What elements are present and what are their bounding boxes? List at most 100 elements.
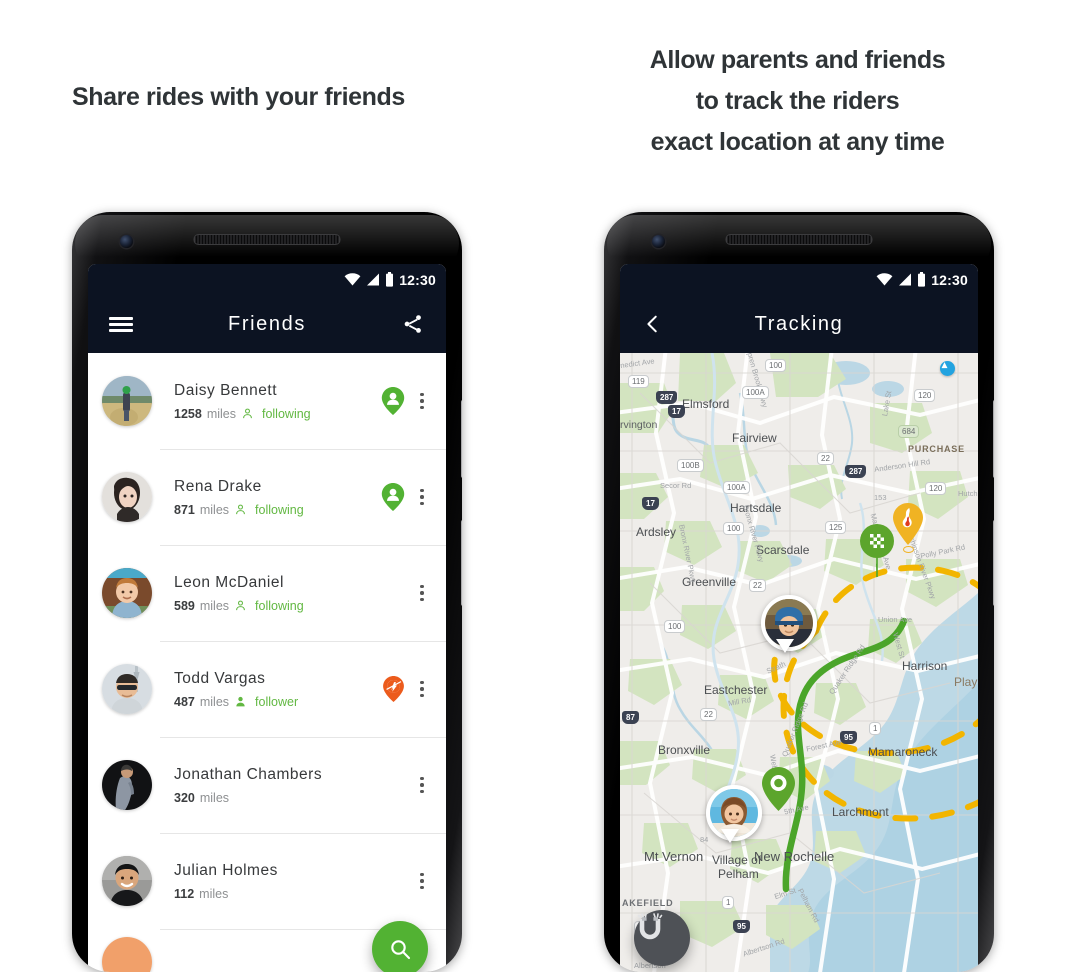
route-shield: 1	[722, 896, 735, 909]
friend-name: Todd Vargas	[174, 669, 266, 687]
signal-icon	[899, 273, 912, 286]
friend-stats: 320 miles	[174, 791, 378, 805]
avatar	[102, 664, 152, 714]
front-camera-icon	[120, 235, 133, 248]
badge-placeholder	[378, 866, 408, 896]
person-outline-icon	[236, 600, 245, 611]
phone-screen: 12:30 Tracking enedict Ave Spren Brook P…	[620, 264, 978, 972]
magnet-fab-button[interactable]	[634, 910, 690, 966]
avatar	[102, 937, 152, 972]
route-shield: 287	[845, 465, 867, 478]
app-store-promo-screenshot: Share rides with your friends Allow pare…	[0, 0, 1066, 972]
friends-list[interactable]: Daisy Bennett 1258 miles following Rena …	[88, 353, 446, 972]
share-icon[interactable]	[396, 307, 430, 341]
overflow-menu-icon[interactable]	[410, 872, 434, 890]
relation-label: following	[255, 598, 304, 613]
status-bar-time: 12:30	[931, 271, 968, 288]
list-item-text: Leon McDaniel 589 miles following	[152, 574, 378, 613]
avatar	[102, 856, 152, 906]
headline-right-line-1: Allow parents and friends	[649, 46, 946, 74]
pin-shadow-ring	[903, 546, 914, 553]
route-shield: 17	[642, 497, 659, 510]
status-bar-time: 12:30	[399, 271, 436, 288]
route-shield: 684	[898, 425, 920, 438]
app-bar: Friends	[88, 295, 446, 353]
overflow-menu-icon[interactable]	[410, 680, 434, 698]
phone-screen: 12:30 Friends Daisy Bennett 1258 miles f…	[88, 264, 446, 972]
friend-name: Rena Drake	[174, 477, 262, 495]
phone-body: 12:30 Tracking enedict Ave Spren Brook P…	[604, 212, 994, 972]
route-shield: 100	[664, 620, 686, 633]
magnet-icon	[637, 913, 663, 940]
friend-stats: 112 miles	[174, 887, 378, 901]
overflow-menu-icon[interactable]	[410, 392, 434, 410]
app-bar: Tracking	[620, 295, 978, 353]
friend-name: Leon McDaniel	[174, 573, 284, 591]
blue-poi-icon[interactable]	[940, 361, 955, 376]
route-shield: 17	[668, 405, 685, 418]
list-item-text: Julian Holmes 112 miles	[152, 862, 378, 901]
person-filled-icon	[236, 696, 245, 707]
power-button[interactable]	[993, 520, 994, 606]
friend-name: Jonathan Chambers	[174, 765, 323, 783]
map-canvas	[620, 353, 978, 972]
earpiece-speaker	[725, 234, 873, 245]
miles-label: miles	[199, 598, 230, 613]
route-shield: 100A	[742, 386, 769, 399]
volume-button[interactable]	[993, 400, 994, 478]
route-shield: 100	[765, 359, 787, 372]
rider-avatar-pin-tail	[776, 639, 794, 653]
green-person-pin-icon[interactable]	[378, 482, 408, 512]
orange-pin-icon[interactable]	[378, 674, 408, 704]
friend-stats: 1258 miles following	[174, 407, 378, 421]
friend-stats: 871 miles following	[174, 503, 378, 517]
battery-icon	[386, 272, 394, 287]
relation-label: following	[255, 502, 304, 517]
headline-left: Share rides with your friends	[72, 83, 405, 111]
tracking-map[interactable]: enedict Ave Spren Brook Pkwy Elmsford st…	[620, 353, 978, 972]
list-item[interactable]: Daisy Bennett 1258 miles following	[88, 353, 446, 449]
phone-mockup-friends: 12:30 Friends Daisy Bennett 1258 miles f…	[72, 212, 462, 972]
list-item-text: Daisy Bennett 1258 miles following	[152, 382, 378, 421]
front-camera-icon	[652, 235, 665, 248]
signal-icon	[367, 273, 380, 286]
chevron-left-icon[interactable]	[636, 307, 670, 341]
miles-value: 871	[174, 502, 195, 517]
route-shield: 100B	[677, 459, 704, 472]
miles-label: miles	[199, 790, 230, 805]
avatar	[102, 472, 152, 522]
list-item[interactable]: Jonathan Chambers 320 miles	[88, 737, 446, 833]
miles-label: miles	[199, 502, 230, 517]
phone-body: 12:30 Friends Daisy Bennett 1258 miles f…	[72, 212, 462, 972]
avatar	[102, 568, 152, 618]
friend-name: Julian Holmes	[174, 861, 278, 879]
list-item[interactable]: Todd Vargas 487 miles follower	[88, 641, 446, 737]
list-item[interactable]: Julian Holmes 112 miles	[88, 833, 446, 929]
route-shield: 120	[925, 482, 947, 495]
route-shield: 1	[869, 722, 882, 735]
green-person-pin-icon[interactable]	[378, 386, 408, 416]
miles-value: 112	[174, 886, 195, 901]
route-shield: 87	[622, 711, 639, 724]
page-title: Friends	[228, 312, 306, 335]
volume-button[interactable]	[461, 400, 462, 478]
list-item[interactable]: Leon McDaniel 589 miles following	[88, 545, 446, 641]
badge-placeholder	[378, 578, 408, 608]
headline-right-line-2: to track the riders	[695, 87, 900, 115]
phone-mockup-tracking: 12:30 Tracking enedict Ave Spren Brook P…	[604, 212, 994, 972]
headline-right-line-3: exact location at any time	[650, 128, 945, 156]
route-shield: 22	[817, 452, 834, 465]
power-button[interactable]	[461, 520, 462, 606]
list-item[interactable]: Rena Drake 871 miles following	[88, 449, 446, 545]
overflow-menu-icon[interactable]	[410, 488, 434, 506]
battery-icon	[918, 272, 926, 287]
relation-label: following	[261, 406, 311, 421]
miles-value: 589	[174, 598, 195, 613]
list-item-text: Rena Drake 871 miles following	[152, 478, 378, 517]
overflow-menu-icon[interactable]	[410, 584, 434, 602]
earpiece-speaker	[193, 234, 341, 245]
miles-label: miles	[199, 694, 230, 709]
hamburger-menu-icon[interactable]	[104, 307, 138, 341]
route-shield: 22	[700, 708, 717, 721]
overflow-menu-icon[interactable]	[410, 776, 434, 794]
